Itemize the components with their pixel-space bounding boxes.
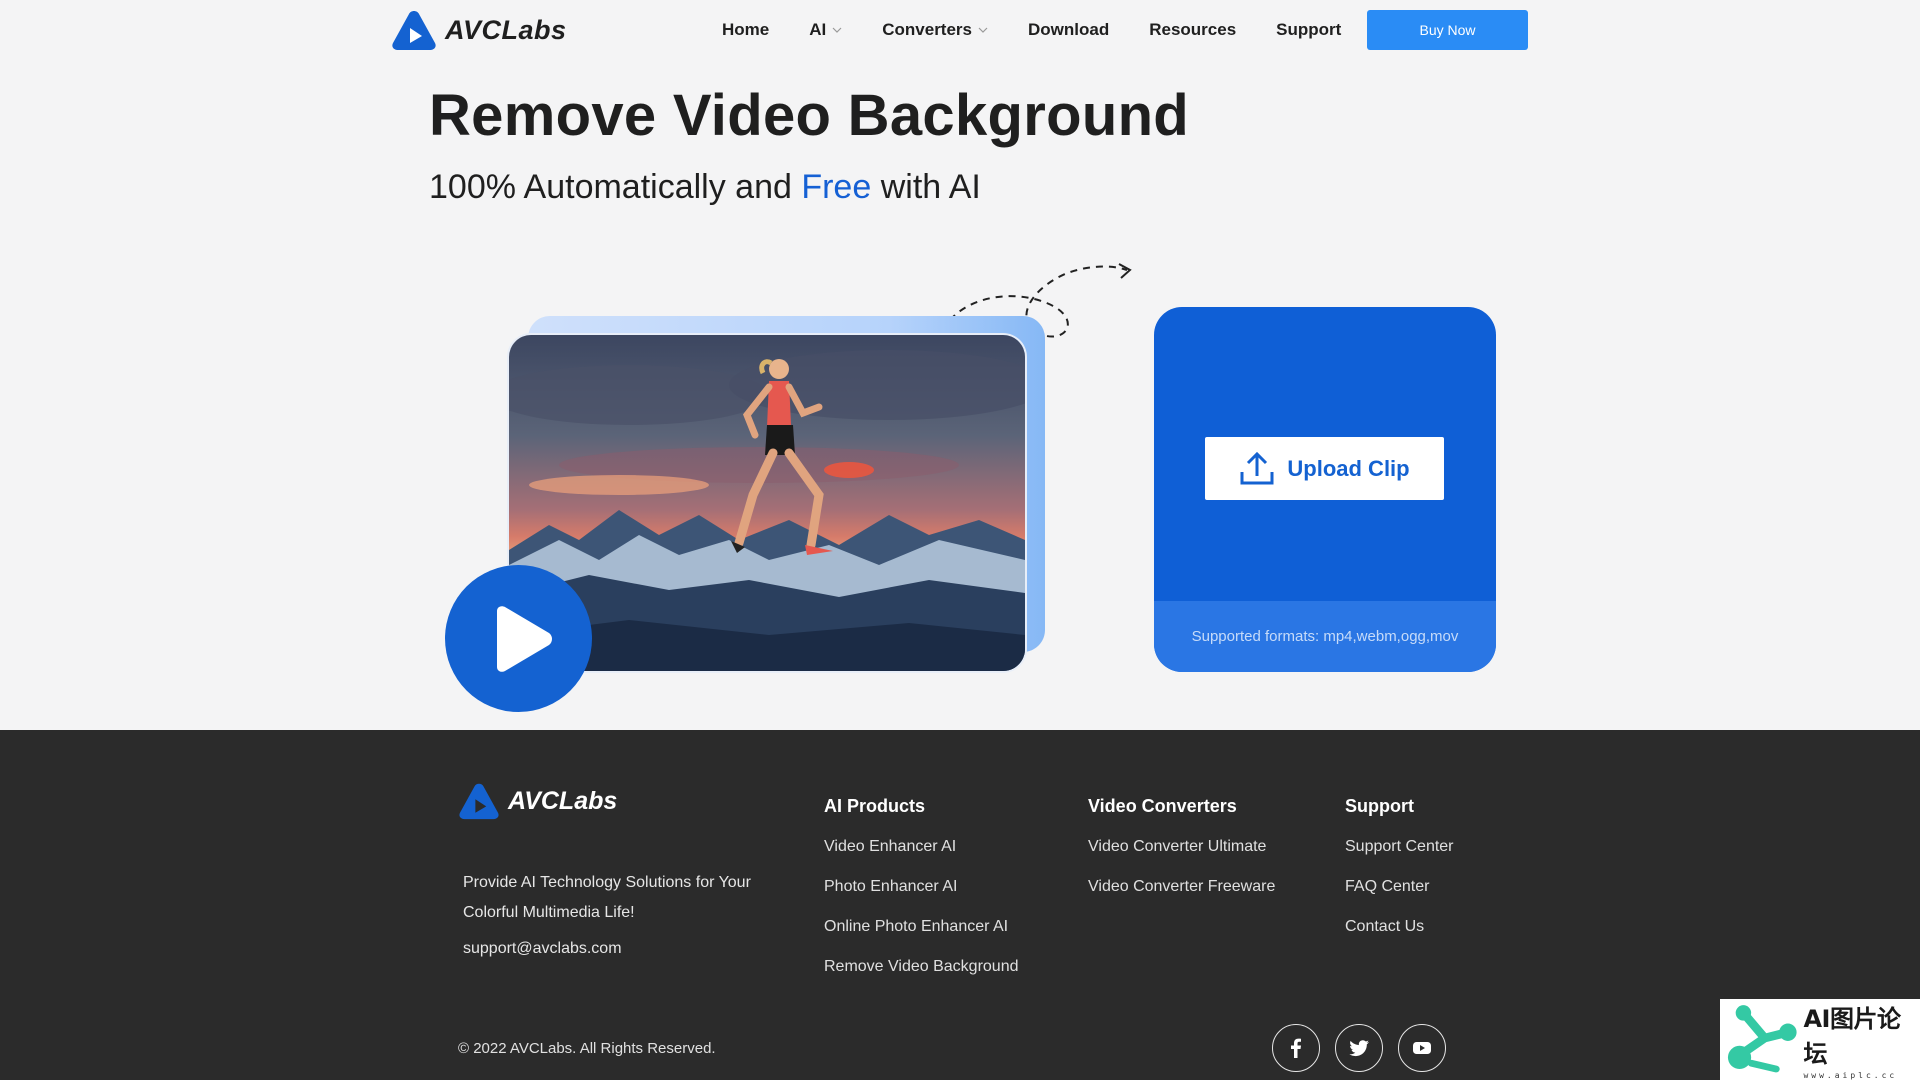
avclabs-logo-icon [392,11,436,50]
chevron-down-icon [832,27,842,33]
upload-icon [1240,451,1274,484]
nav-item-download[interactable]: Download [1028,20,1109,40]
footer-column-title: AI Products [824,796,926,816]
footer-link-contact-us[interactable]: Contact Us [1345,917,1454,957]
nav-item-label: Home [722,20,770,39]
footer-column-support: Support Support Center FAQ Center Contac… [1345,796,1454,957]
nav-item-label: Download [1028,20,1110,39]
watermark-badge: AI图片论坛 www.aiplc.cc [1720,999,1920,1080]
footer-column-title: Video Converters [1088,796,1237,816]
upload-clip-label: Upload Clip [1287,455,1410,481]
chevron-down-icon [978,27,988,33]
youtube-link[interactable] [1398,1024,1446,1072]
footer-link-video-enhancer-ai[interactable]: Video Enhancer AI [824,837,1019,877]
watermark-text: AI图片论坛 [1803,1005,1901,1068]
watermark-url: www.aiplc.cc [1803,1071,1898,1080]
footer-email-link[interactable]: support@avclabs.com [463,940,622,958]
nav-item-label: Resources [1149,20,1237,39]
twitter-icon [1349,1040,1369,1057]
avclabs-logo[interactable]: AVCLabs [391,9,567,51]
supported-formats: Supported formats: mp4,webm,ogg,mov [1154,601,1496,672]
footer-logo-text: AVCLabs [508,786,618,815]
facebook-link[interactable] [1272,1024,1320,1072]
footer-column-title: Support [1345,796,1414,816]
subtitle-accent: Free [801,168,872,206]
footer-logo[interactable]: AVCLabs [458,782,617,820]
footer-column-ai-products: AI Products Video Enhancer AI Photo Enha… [824,796,1019,997]
upload-card: Upload Clip Supported formats: mp4,webm,… [1154,307,1496,672]
avclabs-logo-icon [459,783,499,820]
twitter-link[interactable] [1335,1024,1383,1072]
page-title: Remove Video Background [429,83,1190,148]
social-links [1272,1024,1446,1072]
play-icon [496,605,552,672]
footer-link-support-center[interactable]: Support Center [1345,837,1454,877]
nav-item-ai[interactable]: AI [809,20,842,40]
footer-link-online-photo-enhancer-ai[interactable]: Online Photo Enhancer AI [824,917,1019,957]
nav-item-label: Support [1276,20,1342,39]
footer-column-video-converters: Video Converters Video Converter Ultimat… [1088,796,1275,917]
facebook-icon [1291,1038,1301,1058]
footer-link-video-converter-ultimate[interactable]: Video Converter Ultimate [1088,837,1275,877]
buy-now-button[interactable]: Buy Now [1367,10,1528,50]
nav-item-label: AI [809,20,827,39]
subtitle-text-end: with AI [871,168,981,206]
copyright-text: © 2022 AVCLabs. All Rights Reserved. [458,1040,716,1057]
subtitle-text: 100% Automatically and [429,168,802,206]
footer-link-photo-enhancer-ai[interactable]: Photo Enhancer AI [824,877,1019,917]
play-button[interactable] [445,565,592,712]
nav-item-converters[interactable]: Converters [882,20,988,40]
nav-item-home[interactable]: Home [722,20,769,40]
nav-item-resources[interactable]: Resources [1149,20,1236,40]
main-nav: Home AI Converters Download Resources Su… [722,0,1381,60]
watermark-logo-icon [1727,1004,1797,1072]
youtube-icon [1413,1042,1431,1054]
upload-clip-button[interactable]: Upload Clip [1205,437,1444,500]
nav-item-support[interactable]: Support [1276,20,1341,40]
site-footer: AVCLabs Provide AI Technology Solutions … [0,730,1920,1080]
footer-link-faq-center[interactable]: FAQ Center [1345,877,1454,917]
logo-text: AVCLabs [445,14,567,45]
nav-item-label: Converters [882,20,972,39]
footer-tagline: Provide AI Technology Solutions for Your… [463,874,751,921]
site-header: AVCLabs Home AI Converters Download Reso… [0,0,1920,60]
footer-link-remove-video-background[interactable]: Remove Video Background [824,957,1019,997]
footer-link-video-converter-freeware[interactable]: Video Converter Freeware [1088,877,1275,917]
hero-subtitle: 100% Automatically and Free with AI [429,168,981,207]
